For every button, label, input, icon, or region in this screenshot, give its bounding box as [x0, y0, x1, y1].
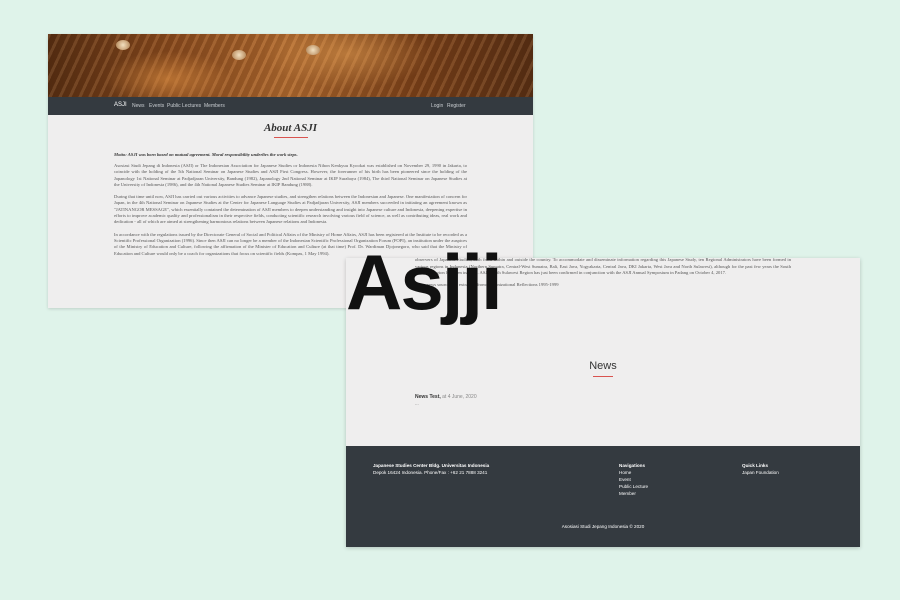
nav-link-news[interactable]: News [132, 103, 145, 109]
navbar-brand[interactable]: ASJI [114, 102, 127, 108]
news-heading: News [589, 360, 617, 372]
news-item-title[interactable]: News Test, [415, 394, 441, 400]
ceiling-light [306, 45, 320, 55]
about-paragraph-1: Asosiasi Studi Jepang di Indonesia (ASJI… [114, 163, 467, 187]
footer-navigation: Navigations Home Event Public Lecture Me… [619, 462, 648, 497]
footer-link-public-lecture[interactable]: Public Lecture [619, 483, 648, 490]
footer-nav-heading: Navigations [619, 463, 646, 468]
footer-link-member[interactable]: Member [619, 490, 648, 497]
footer-link-home[interactable]: Home [619, 469, 648, 476]
footer-quick-heading: Quick Links [742, 463, 769, 468]
footer-link-event[interactable]: Event [619, 476, 648, 483]
about-paragraph-2: During that time until now, ASJI has car… [114, 194, 467, 225]
asjji-logo: Asjji [346, 238, 503, 326]
site-footer: Japanese Studies Center Bldg. Universita… [346, 446, 860, 547]
news-item-excerpt: ... [415, 402, 419, 407]
footer-quick-links: Quick Links Japan Foundation [742, 462, 779, 476]
about-content: About ASJI Motto: ASJI was born based on… [114, 122, 467, 257]
news-item[interactable]: News Test, at 4 June, 2020 [415, 394, 477, 400]
footer-address: Depok 16424 Indonesia. Phone/Fax : +62 2… [373, 470, 488, 475]
nav-link-members[interactable]: Members [204, 103, 225, 109]
nav-link-public-lectures[interactable]: Public Lectures [167, 103, 201, 109]
nav-link-register[interactable]: Register [447, 103, 466, 109]
hero-banner-image [48, 34, 533, 97]
footer-copyright: Asosiasi Studi Jepang Indonesia © 2020 [561, 524, 645, 529]
footer-address-block: Japanese Studies Center Bldg. Universita… [373, 462, 489, 476]
nav-link-events[interactable]: Events [149, 103, 164, 109]
top-navbar: ASJI News Events Public Lectures Members… [48, 97, 533, 115]
footer-link-japan-foundation[interactable]: Japan Foundation [742, 469, 779, 476]
news-item-date: at 4 June, 2020 [442, 394, 477, 400]
news-underline [593, 376, 613, 377]
motto-text: Motto: ASJI was born based on mutual agr… [114, 152, 298, 157]
footer-org-name: Japanese Studies Center Bldg. Universita… [373, 463, 490, 468]
ceiling-light [232, 50, 246, 60]
ceiling-light [116, 40, 130, 50]
nav-link-login[interactable]: Login [431, 103, 443, 109]
title-underline [273, 137, 308, 138]
page-title: About ASJI [263, 122, 318, 134]
